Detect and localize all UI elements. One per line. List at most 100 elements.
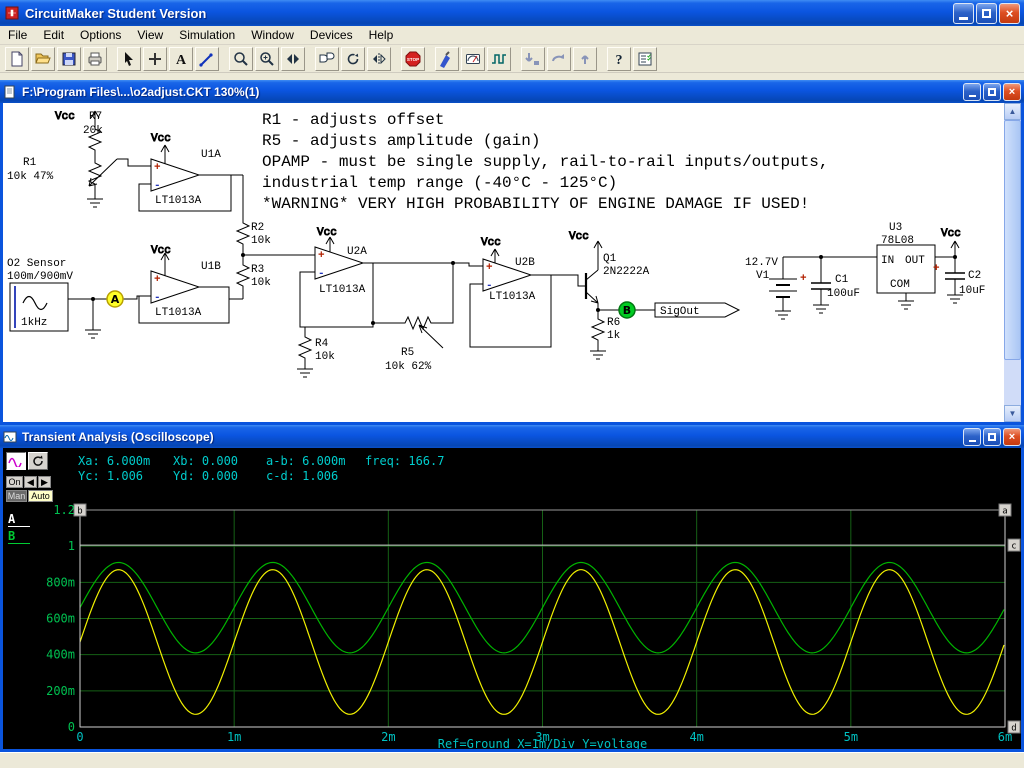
- status-bar: [0, 752, 1024, 768]
- sigout-flag[interactable]: SigOut: [655, 303, 739, 318]
- schematic-close-button[interactable]: ×: [1003, 83, 1021, 101]
- toolbar: A STOP ?: [0, 45, 1024, 73]
- save-button[interactable]: [57, 47, 81, 71]
- waveforms-button[interactable]: [487, 47, 511, 71]
- opamp-u2b[interactable]: + - U2B LT1013A: [483, 257, 536, 303]
- menu-view[interactable]: View: [129, 27, 171, 43]
- step-out-button[interactable]: [573, 47, 597, 71]
- r7-name: R7: [89, 111, 102, 123]
- resistor-r6[interactable]: R6 1k: [592, 315, 621, 345]
- transistor-q1[interactable]: Q1 2N2222A: [586, 253, 650, 303]
- cursor-b-handle[interactable]: b: [74, 504, 86, 517]
- r2-value: 10k: [251, 235, 271, 247]
- y-tick-label: 0: [68, 720, 75, 734]
- loop-arrow-icon: [31, 454, 45, 468]
- capacitor-c2[interactable]: + C2 10uF: [933, 263, 985, 297]
- manual-scale-button[interactable]: Man: [6, 490, 27, 502]
- channel-b-label[interactable]: B: [8, 529, 30, 544]
- schematic-maximize-button[interactable]: [983, 83, 1001, 101]
- cursor-a-handle[interactable]: a: [999, 504, 1011, 517]
- text-tool-button[interactable]: A: [169, 47, 193, 71]
- step-into-button[interactable]: [521, 47, 545, 71]
- open-button[interactable]: [31, 47, 55, 71]
- schematic-vscrollbar[interactable]: ▲ ▼: [1004, 103, 1021, 422]
- scope-footer: Ref=Ground X=1m/Div Y=voltage: [438, 737, 648, 749]
- resistor-r3[interactable]: R3 10k: [237, 261, 271, 291]
- trace-display-button[interactable]: [6, 452, 26, 470]
- capacitor-c1[interactable]: + C1 100uF: [800, 273, 860, 300]
- u3-name: U3: [889, 222, 902, 234]
- opamp-u2a[interactable]: + - U2A LT1013A: [315, 246, 367, 296]
- y-tick-label: 800m: [46, 575, 75, 589]
- r5-name: R5: [401, 347, 414, 359]
- u1b-name: U1B: [201, 261, 221, 273]
- text-tool-icon: A: [172, 50, 190, 68]
- setup-check-button[interactable]: [633, 47, 657, 71]
- stop-button[interactable]: STOP: [401, 47, 425, 71]
- scroll-up-button[interactable]: ▲: [1004, 103, 1021, 120]
- o2-sensor-source[interactable]: O2 Sensor 100m/900mV 1kHz: [7, 258, 73, 331]
- close-button[interactable]: ×: [999, 3, 1020, 24]
- svg-text:a: a: [1002, 507, 1007, 517]
- menu-devices[interactable]: Devices: [302, 27, 361, 43]
- pan-button[interactable]: [281, 47, 305, 71]
- probe-a[interactable]: A: [107, 291, 123, 307]
- resistor-r2[interactable]: R2 10k: [237, 219, 271, 249]
- scope-titlebar[interactable]: Transient Analysis (Oscilloscope) ×: [0, 425, 1024, 448]
- minimize-button[interactable]: [953, 3, 974, 24]
- select-arrow-button[interactable]: [117, 47, 141, 71]
- scroll-thumb[interactable]: [1004, 120, 1021, 360]
- menu-edit[interactable]: Edit: [35, 27, 72, 43]
- note-line: *WARNING* VERY HIGH PROBABILITY OF ENGIN…: [262, 195, 809, 213]
- probe-b[interactable]: B: [619, 302, 635, 318]
- multimeter-button[interactable]: [461, 47, 485, 71]
- digital-logic-button[interactable]: [315, 47, 339, 71]
- next-cursor-button[interactable]: ▶: [38, 476, 51, 488]
- opamp-u1b[interactable]: + - U1B LT1013A: [151, 261, 221, 319]
- resistor-r7[interactable]: R7 20k: [83, 111, 103, 155]
- mirror-button[interactable]: [367, 47, 391, 71]
- maximize-button[interactable]: [976, 3, 997, 24]
- rotate-button[interactable]: [341, 47, 365, 71]
- scope-maximize-button[interactable]: [983, 428, 1001, 446]
- auto-scale-button[interactable]: Auto: [28, 490, 53, 502]
- schematic-minimize-button[interactable]: [963, 83, 981, 101]
- cursor-c-handle[interactable]: c: [1008, 539, 1020, 552]
- zoom-area-button[interactable]: [255, 47, 279, 71]
- meter-icon: [464, 50, 482, 68]
- probe-a-label: A: [111, 293, 120, 306]
- menu-options[interactable]: Options: [72, 27, 129, 43]
- menu-window[interactable]: Window: [243, 27, 302, 43]
- r1-value: 10k 47%: [7, 171, 54, 183]
- menu-help[interactable]: Help: [361, 27, 402, 43]
- potentiometer-r5[interactable]: R5 10k 62%: [385, 317, 443, 373]
- scope-minimize-button[interactable]: [963, 428, 981, 446]
- wire-tool-icon: [198, 50, 216, 68]
- help-button[interactable]: ?: [607, 47, 631, 71]
- zoom-button[interactable]: [229, 47, 253, 71]
- new-button[interactable]: [5, 47, 29, 71]
- checklist-icon: [636, 50, 654, 68]
- prev-cursor-button[interactable]: ◀: [24, 476, 37, 488]
- regulator-u3[interactable]: U3 78L08 IN OUT COM: [877, 222, 935, 293]
- probe-button[interactable]: [435, 47, 459, 71]
- channel-a-label[interactable]: A: [8, 512, 30, 527]
- scope-close-button[interactable]: ×: [1003, 428, 1021, 446]
- print-button[interactable]: [83, 47, 107, 71]
- scroll-down-button[interactable]: ▼: [1004, 405, 1021, 422]
- on-button[interactable]: On: [6, 476, 23, 488]
- schematic-titlebar[interactable]: F:\Program Files\...\o2adjust.CKT 130%(1…: [0, 80, 1024, 103]
- resistor-r4[interactable]: R4 10k: [299, 333, 335, 363]
- schematic-canvas[interactable]: R1 - adjusts offset R5 - adjusts amplitu…: [3, 103, 1021, 422]
- potentiometer-r1[interactable]: R1 10k 47%: [7, 157, 117, 189]
- wire-tool-button[interactable]: [195, 47, 219, 71]
- menu-file[interactable]: File: [0, 27, 35, 43]
- step-over-button[interactable]: [547, 47, 571, 71]
- refresh-trace-button[interactable]: [28, 452, 48, 470]
- vcc-label: Vcc: [941, 228, 961, 240]
- q1-legs[interactable]: [586, 270, 598, 303]
- battery-v1[interactable]: 12.7V V1: [745, 257, 797, 311]
- add-part-button[interactable]: [143, 47, 167, 71]
- opamp-u1a[interactable]: + - U1A LT1013A: [151, 149, 221, 207]
- menu-simulation[interactable]: Simulation: [171, 27, 243, 43]
